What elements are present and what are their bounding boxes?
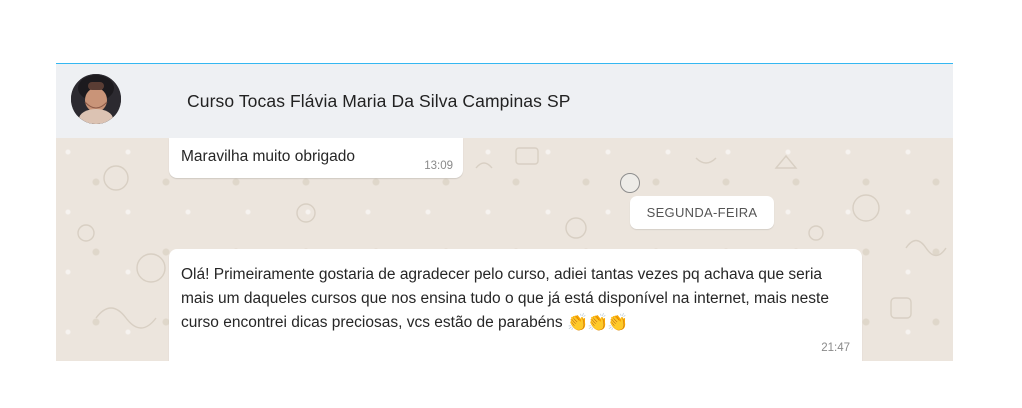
message-bubble[interactable]: Maravilha muito obrigado 13:09 [169,138,463,178]
message-time: 21:47 [821,342,850,354]
date-divider: SEGUNDA-FEIRA [630,196,774,229]
chat-window: Curso Tocas Flávia Maria Da Silva Campin… [56,63,953,361]
message-time: 13:09 [424,160,453,172]
message-text: Olá! Primeiramente gostaria de agradecer… [181,266,829,331]
contact-name[interactable]: Curso Tocas Flávia Maria Da Silva Campin… [187,91,570,112]
chat-body: Maravilha muito obrigado 13:09 SEGUNDA-F… [56,138,953,361]
circle-icon [620,173,640,193]
avatar-photo [71,74,121,124]
clapping-hands-icon: 👏👏👏 [567,313,629,332]
avatar[interactable] [71,74,121,124]
message-bubble[interactable]: Olá! Primeiramente gostaria de agradecer… [169,249,862,361]
message-body: Olá! Primeiramente gostaria de agradecer… [181,263,851,335]
chat-header[interactable]: Curso Tocas Flávia Maria Da Silva Campin… [56,64,953,138]
message-text: Maravilha muito obrigado [181,148,356,165]
